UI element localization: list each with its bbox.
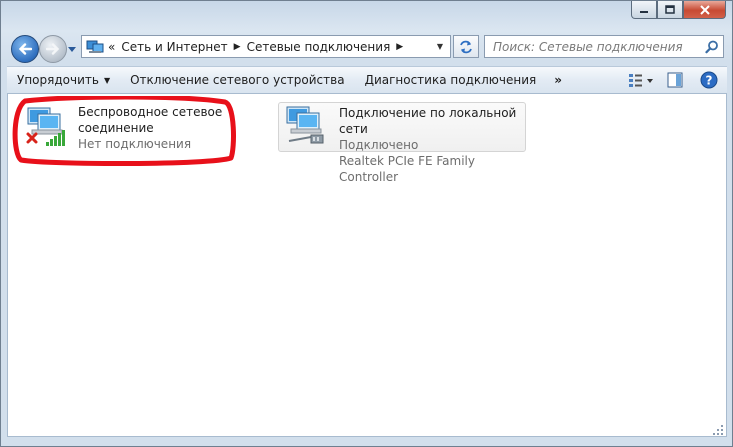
close-icon	[699, 4, 710, 15]
breadcrumb-chevron-icon[interactable]: ▶	[393, 42, 406, 52]
preview-pane-icon	[667, 72, 683, 88]
connection-wireless[interactable]: Беспроводное сетевое соединение Нет подк…	[22, 104, 232, 154]
connections-list: Беспроводное сетевое соединение Нет подк…	[7, 94, 727, 437]
view-options-icon	[629, 74, 653, 87]
change-view-button[interactable]	[627, 69, 655, 91]
resize-grip-icon[interactable]	[712, 424, 724, 436]
network-folder-icon	[85, 38, 105, 56]
lan-network-icon	[283, 105, 333, 155]
navigation-bar: « Сеть и Интернет ▶ Сетевые подключения …	[7, 31, 729, 65]
organize-menu[interactable]: Упорядочить ▼	[7, 67, 120, 93]
search-icon[interactable]	[705, 40, 719, 54]
connection-lan-texts: Подключение по локальной сети Подключено…	[339, 105, 525, 184]
recent-pages-button[interactable]	[67, 45, 77, 55]
breadcrumb-network-connections[interactable]: Сетевые подключения	[244, 40, 394, 54]
diagnose-connection-button[interactable]: Диагностика подключения	[355, 67, 547, 93]
preview-pane-button[interactable]	[661, 69, 689, 91]
refresh-icon	[460, 40, 472, 53]
connection-name: Подключение по локальной сети	[339, 106, 517, 136]
breadcrumb-overflow[interactable]: «	[105, 40, 118, 54]
back-button[interactable]	[11, 35, 39, 63]
forward-button[interactable]	[39, 35, 67, 63]
connection-status: Подключено	[339, 138, 419, 152]
explorer-window: « Сеть и Интернет ▶ Сетевые подключения …	[0, 0, 733, 447]
command-bar-icons: ?	[627, 67, 723, 93]
address-dropdown-icon[interactable]: ▼	[432, 38, 448, 55]
minimize-icon	[640, 10, 648, 13]
minimize-button[interactable]	[631, 1, 657, 19]
back-arrow-icon	[18, 43, 32, 55]
connection-lan[interactable]: Подключение по локальной сети Подключено…	[278, 102, 526, 184]
disable-device-button[interactable]: Отключение сетевого устройства	[120, 67, 354, 93]
connection-status: Нет подключения	[78, 137, 192, 151]
chevron-down-icon	[68, 47, 76, 52]
close-button[interactable]	[683, 1, 726, 19]
disable-device-label: Отключение сетевого устройства	[130, 73, 345, 87]
connection-name-cont: соединение	[78, 121, 154, 135]
diagnose-label: Диагностика подключения	[364, 73, 537, 87]
help-button[interactable]: ?	[695, 69, 723, 91]
connection-name: Беспроводное сетевое	[78, 105, 223, 119]
help-icon: ?	[700, 71, 718, 89]
search-box[interactable]	[484, 35, 724, 58]
forward-arrow-icon	[46, 43, 60, 55]
organize-label: Упорядочить	[17, 73, 99, 87]
search-input[interactable]	[491, 38, 695, 55]
command-bar: Упорядочить ▼ Отключение сетевого устрой…	[7, 66, 727, 94]
wireless-network-disconnected-icon	[22, 104, 72, 154]
maximize-icon	[665, 5, 675, 14]
caret-down-icon: ▼	[103, 75, 111, 85]
breadcrumb-chevron-icon[interactable]: ▶	[231, 42, 244, 52]
connection-device: Realtek PCIe FE Family Controller	[339, 154, 475, 184]
breadcrumb-network-internet[interactable]: Сеть и Интернет	[118, 40, 230, 54]
refresh-button[interactable]	[453, 35, 479, 58]
svg-text:?: ?	[706, 74, 713, 88]
caption-buttons	[631, 1, 726, 20]
address-bar[interactable]: « Сеть и Интернет ▶ Сетевые подключения …	[81, 35, 451, 58]
more-commands-button[interactable]: »	[546, 67, 570, 93]
maximize-button[interactable]	[657, 1, 683, 19]
connection-wireless-texts: Беспроводное сетевое соединение Нет подк…	[78, 104, 222, 154]
